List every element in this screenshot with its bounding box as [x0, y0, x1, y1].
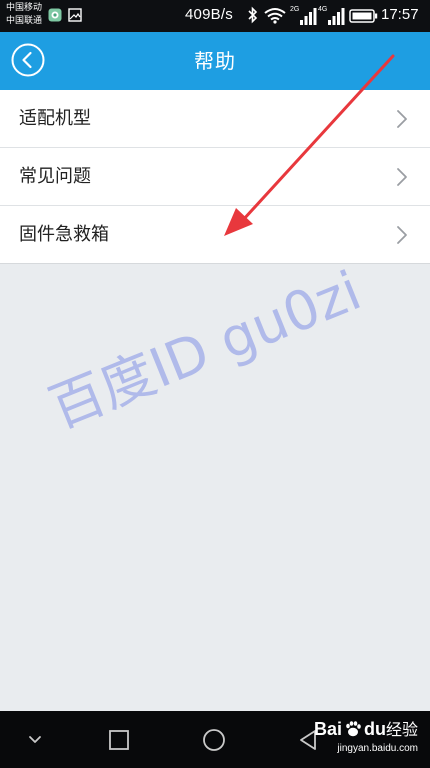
collapse-nav-button[interactable]: [27, 733, 43, 745]
carrier-2-label: 中国联通: [6, 16, 43, 26]
logo-text-du: du: [363, 719, 386, 739]
image-notification-icon: [68, 8, 82, 22]
status-bar: 中国移动 中国联通 409B/s 2G 4G 17:57: [0, 0, 430, 32]
signal-4g-icon: 4G: [318, 6, 345, 25]
site-url: jingyan.baidu.com: [337, 743, 418, 754]
menu-item-compatible-devices[interactable]: 适配机型: [0, 90, 430, 148]
battery-icon: [349, 9, 378, 23]
menu-item-firmware-rescue[interactable]: 固件急救箱: [0, 206, 430, 264]
page-title: 帮助: [194, 49, 236, 73]
baidu-paw-icon: [346, 721, 361, 737]
menu-item-label: 常见问题: [19, 166, 91, 187]
home-button[interactable]: [202, 728, 226, 752]
wifi-icon: [264, 8, 286, 24]
clock: 17:57: [381, 6, 419, 23]
chevron-right-icon: [397, 110, 407, 128]
nav-home-icon: [203, 729, 225, 751]
network-4g-label: 4G: [318, 6, 327, 13]
nav-recents-icon: [109, 730, 129, 750]
menu-item-label: 适配机型: [19, 108, 91, 129]
carrier-1-label: 中国移动: [6, 3, 43, 13]
chevron-right-icon: [397, 168, 407, 186]
nav-back-button[interactable]: [298, 729, 318, 751]
header-bar: 帮助: [0, 32, 430, 90]
help-menu-list: 适配机型 常见问题 固件急救箱: [0, 90, 430, 264]
signal-2g-icon: 2G: [290, 6, 317, 25]
chevron-right-icon: [397, 226, 407, 244]
system-nav-bar: Bai du经验 jingyan.baidu.com: [0, 711, 430, 768]
carrier-info: 中国移动 中国联通: [6, 2, 42, 28]
chevron-down-icon: [29, 736, 41, 743]
logo-text-jingyan: 经验: [385, 722, 418, 739]
app-notification-icon: [48, 8, 62, 22]
menu-item-label: 固件急救箱: [19, 224, 109, 245]
watermark: 百度ID gu0zi: [40, 258, 370, 441]
nav-back-icon: [300, 730, 316, 750]
bluetooth-icon: [248, 6, 258, 24]
network-speed: 409B/s: [185, 6, 233, 23]
logo-text-bai: Bai: [313, 719, 342, 739]
network-2g-label: 2G: [290, 6, 299, 13]
recents-button[interactable]: [108, 729, 130, 751]
baidu-jingyan-logo: Bai du经验 jingyan.baidu.com: [314, 718, 418, 756]
menu-item-faq[interactable]: 常见问题: [0, 148, 430, 206]
